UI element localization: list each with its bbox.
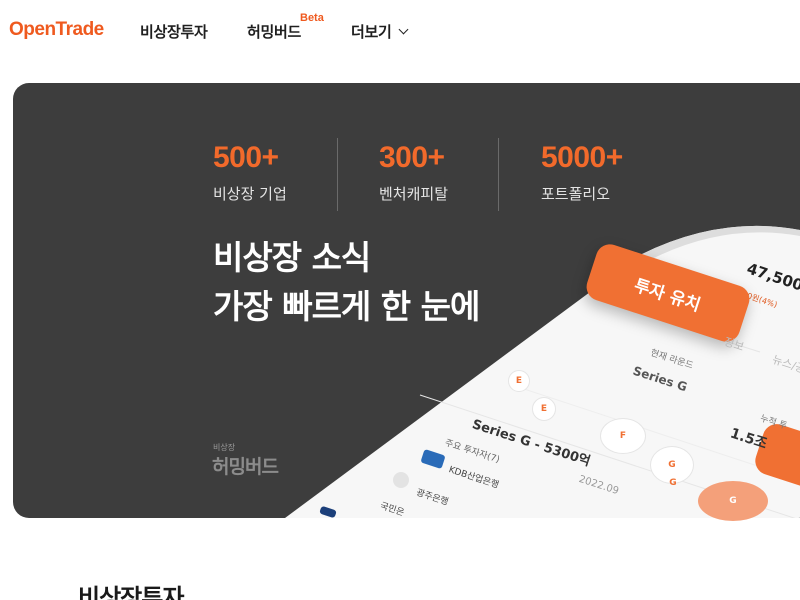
stat-divider (337, 138, 338, 211)
stat-divider (498, 138, 499, 211)
hero-headline: 비상장 소식 가장 빠르게 한 눈에 (213, 233, 480, 331)
stat-label: 포트폴리오 (541, 185, 611, 203)
nav-more-dropdown[interactable]: 더보기 (351, 21, 408, 42)
stat-number: 300+ (379, 141, 445, 174)
nav-more-label: 더보기 (351, 23, 392, 41)
beta-badge: Beta (300, 12, 324, 24)
stat-label: 비상장 기업 (213, 185, 287, 203)
stat-vc: 300+ 벤처캐피탈 (379, 141, 448, 204)
hummingbird-logo: 허밍버드 (212, 456, 279, 478)
nav-unlisted-invest[interactable]: 비상장투자 (140, 21, 208, 42)
stat-portfolio: 5000+ 포트폴리오 (541, 141, 623, 204)
stat-number: 500+ (213, 141, 279, 174)
stat-companies: 500+ 비상장 기업 (213, 141, 287, 204)
chevron-down-icon (398, 24, 408, 35)
top-header: OpenTrade 비상장투자 허밍버드 Beta 더보기 (0, 0, 800, 62)
stat-label: 벤처캐피탈 (379, 185, 449, 203)
stat-number: 5000+ (541, 141, 623, 174)
nav-hummingbird[interactable]: 허밍버드 (247, 21, 301, 42)
opentrade-logo[interactable]: OpenTrade (9, 19, 104, 41)
headline-line-1: 비상장 소식 (213, 238, 371, 277)
headline-line-2: 가장 빠르게 한 눈에 (213, 287, 480, 326)
section-title: 비상장투자 (78, 584, 184, 600)
